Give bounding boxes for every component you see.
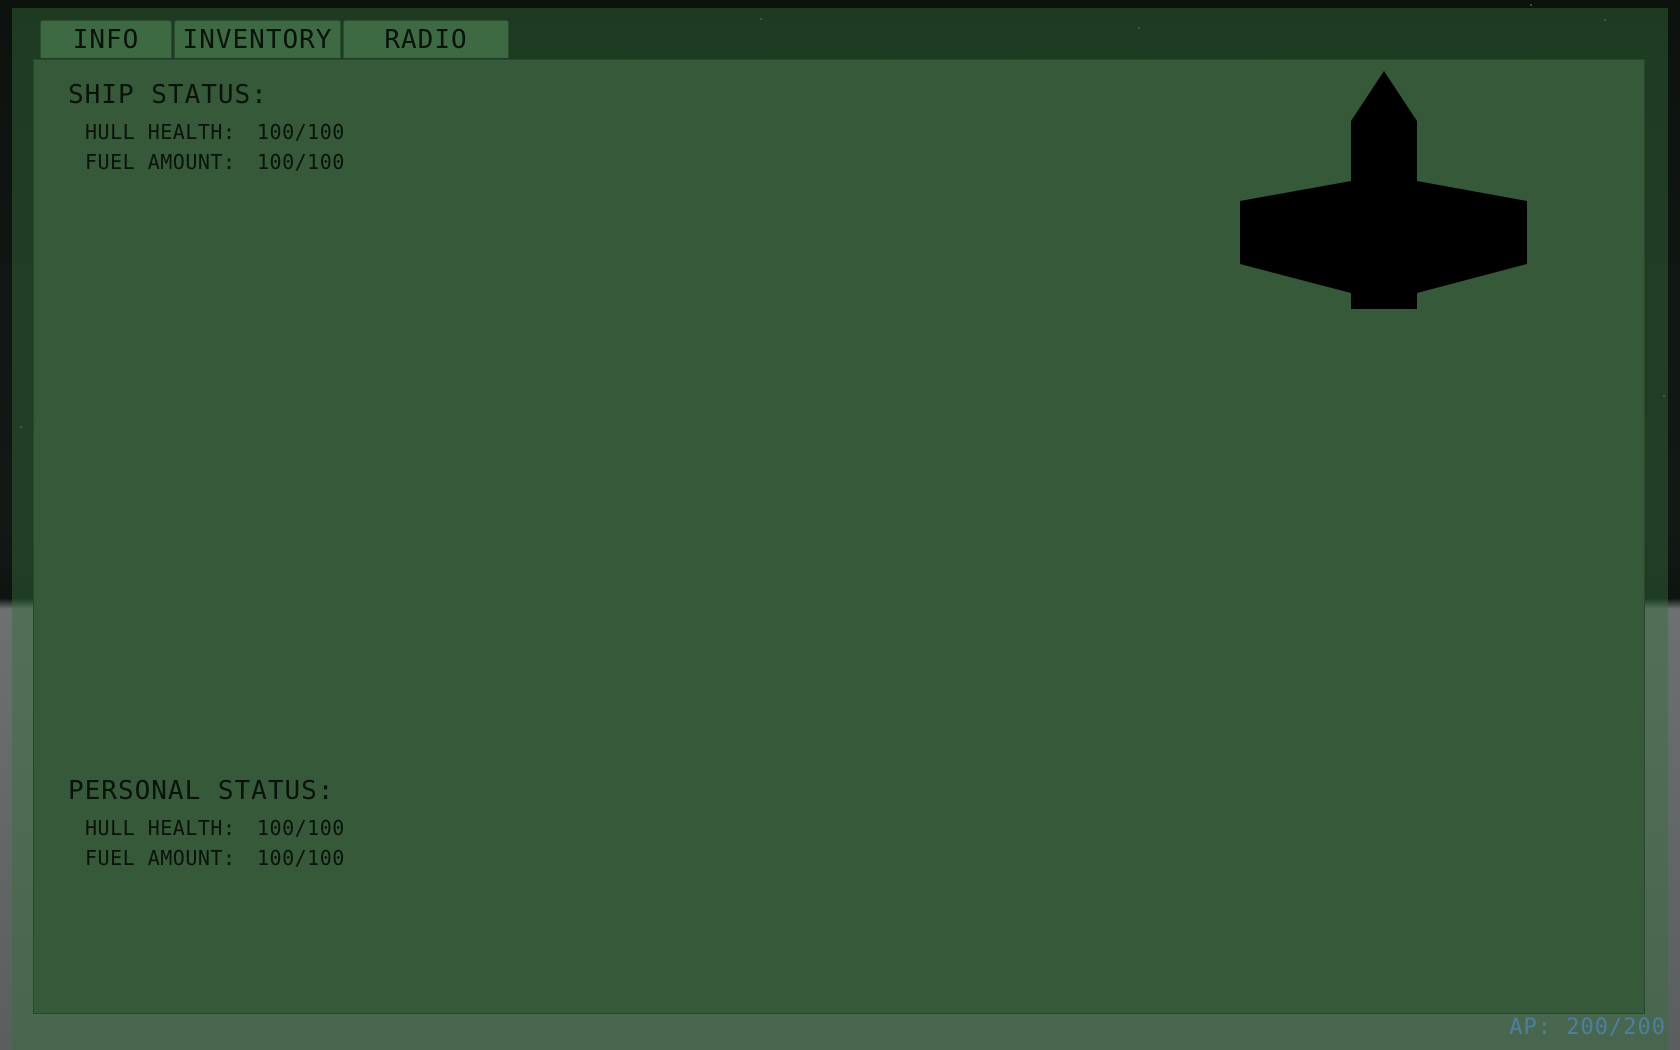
personal-fuel-amount-label: FUEL AMOUNT: — [85, 846, 236, 870]
game-screen: INFO INVENTORY RADIO SHIP STATUS: HULL H… — [0, 0, 1680, 1050]
personal-hull-health: HULL HEALTH: 100/100 — [85, 816, 345, 840]
personal-status-title: PERSONAL STATUS: — [68, 776, 335, 806]
personal-hull-health-value: 100/100 — [257, 816, 345, 840]
ship-silhouette-shape — [1240, 71, 1527, 309]
action-points-readout: AP: 200/200 — [1509, 1015, 1666, 1040]
personal-hull-health-label: HULL HEALTH: — [85, 816, 236, 840]
ship-hull-health: HULL HEALTH: 100/100 — [85, 120, 345, 144]
ship-silhouette-icon — [1240, 71, 1527, 309]
background-star — [1530, 4, 1532, 6]
ship-fuel-amount: FUEL AMOUNT: 100/100 — [85, 150, 345, 174]
ship-hull-health-value: 100/100 — [257, 120, 345, 144]
ship-status-title: SHIP STATUS: — [68, 80, 268, 110]
tab-inventory[interactable]: INVENTORY — [174, 20, 341, 58]
personal-fuel-amount: FUEL AMOUNT: 100/100 — [85, 846, 345, 870]
tab-radio[interactable]: RADIO — [343, 20, 509, 58]
ship-hull-health-label: HULL HEALTH: — [85, 120, 236, 144]
ship-fuel-amount-label: FUEL AMOUNT: — [85, 150, 236, 174]
personal-fuel-amount-value: 100/100 — [257, 846, 345, 870]
tab-info[interactable]: INFO — [40, 20, 172, 58]
ship-fuel-amount-value: 100/100 — [257, 150, 345, 174]
